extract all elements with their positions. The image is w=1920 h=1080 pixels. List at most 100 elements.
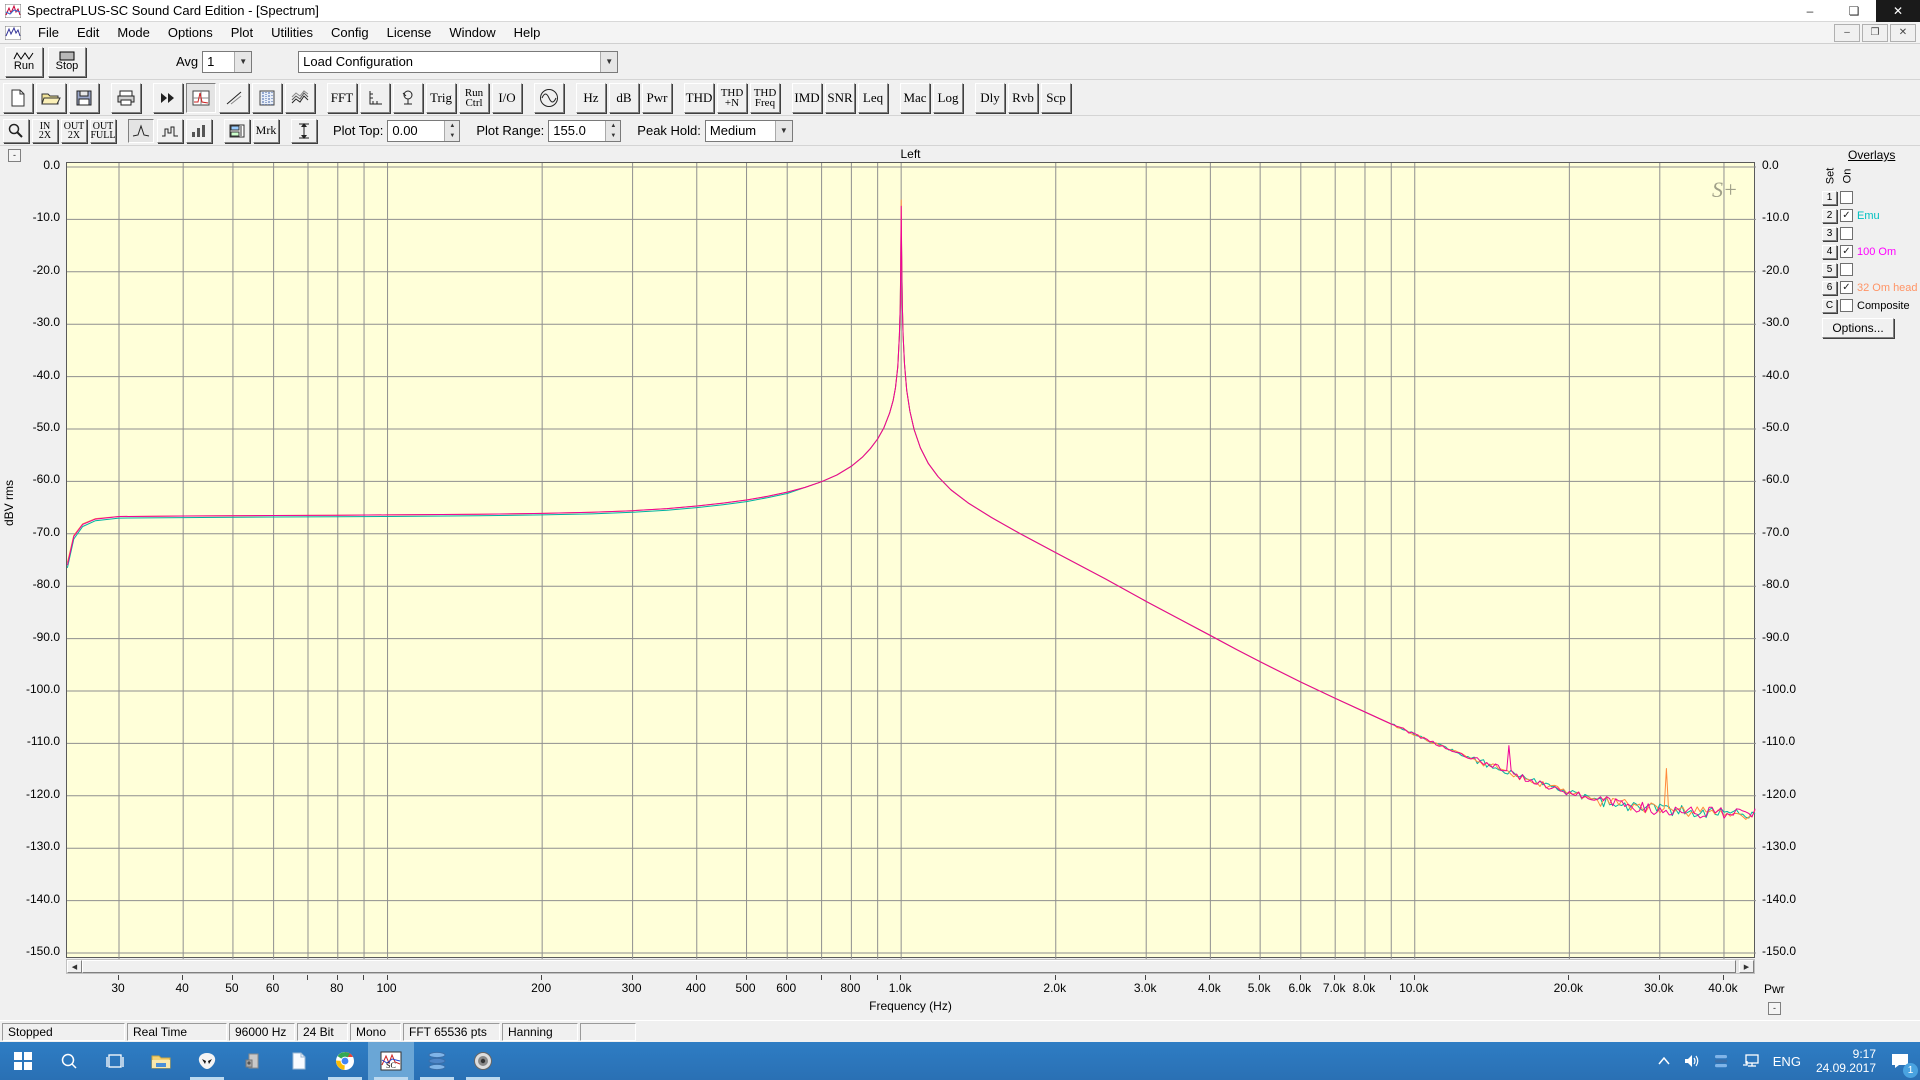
menu-utilities[interactable]: Utilities bbox=[262, 22, 322, 43]
plot-range-field[interactable]: ▲▼ bbox=[548, 120, 621, 142]
imd-button[interactable]: IMD bbox=[792, 83, 822, 113]
audio-device-app-button[interactable] bbox=[230, 1042, 276, 1080]
overlay-checkbox-C[interactable] bbox=[1840, 299, 1853, 312]
overlay-checkbox-4[interactable]: ✓ bbox=[1840, 245, 1853, 258]
file-explorer-button[interactable] bbox=[138, 1042, 184, 1080]
chrome-button[interactable] bbox=[322, 1042, 368, 1080]
logging-button[interactable]: Log bbox=[933, 83, 963, 113]
overlays-options-button[interactable]: Options... bbox=[1822, 318, 1894, 338]
overlay-checkbox-6[interactable]: ✓ bbox=[1840, 281, 1853, 294]
overlay-set-button-5[interactable]: 5 bbox=[1822, 263, 1837, 277]
overlay-set-button-C[interactable]: C bbox=[1822, 299, 1837, 313]
overlay-set-button-3[interactable]: 3 bbox=[1822, 227, 1837, 241]
menu-plot[interactable]: Plot bbox=[222, 22, 262, 43]
stop-button[interactable]: Stop bbox=[48, 47, 86, 77]
tray-clock[interactable]: 9:17 24.09.2017 bbox=[1808, 1042, 1884, 1080]
phase-view-button[interactable] bbox=[219, 83, 249, 113]
tray-volume-button[interactable] bbox=[1677, 1042, 1707, 1080]
spectraplus-taskbar-button[interactable]: SC bbox=[368, 1042, 414, 1080]
tray-expand-button[interactable] bbox=[1651, 1042, 1677, 1080]
surface-view-button[interactable] bbox=[285, 83, 315, 113]
trigger-button[interactable]: Trig bbox=[426, 83, 456, 113]
tray-network-button[interactable] bbox=[1735, 1042, 1766, 1080]
tray-language[interactable]: ENG bbox=[1766, 1042, 1808, 1080]
spin-up-icon[interactable]: ▲ bbox=[445, 121, 459, 131]
mdi-minimize-button[interactable]: – bbox=[1834, 24, 1860, 42]
maximize-button[interactable]: ❏ bbox=[1832, 0, 1876, 22]
signal-generator-button[interactable] bbox=[534, 83, 564, 113]
power-units-button[interactable]: Pwr bbox=[642, 83, 672, 113]
chevron-down-icon[interactable]: ▼ bbox=[600, 52, 617, 72]
delay-button[interactable]: Dly bbox=[975, 83, 1005, 113]
scrollbar-thumb[interactable] bbox=[82, 960, 1736, 973]
open-file-button[interactable] bbox=[36, 83, 66, 113]
scroll-left-icon[interactable]: ◀ bbox=[67, 960, 82, 973]
menu-mode[interactable]: Mode bbox=[108, 22, 159, 43]
tray-database-button[interactable] bbox=[1707, 1042, 1735, 1080]
reverb-button[interactable]: Rvb bbox=[1008, 83, 1038, 113]
spectrogram-view-button[interactable] bbox=[252, 83, 282, 113]
menu-options[interactable]: Options bbox=[159, 22, 222, 43]
fast-forward-button[interactable] bbox=[153, 83, 183, 113]
horizontal-scrollbar[interactable]: ◀ ▶ bbox=[66, 959, 1755, 974]
plot-top-field[interactable]: ▲▼ bbox=[387, 120, 460, 142]
menu-file[interactable]: File bbox=[29, 22, 68, 43]
database-app-button[interactable] bbox=[414, 1042, 460, 1080]
zoom-out-full-button[interactable]: OUT FULL bbox=[90, 119, 116, 143]
plot-range-input[interactable] bbox=[549, 121, 605, 141]
plot-top-input[interactable] bbox=[388, 121, 444, 141]
mdi-close-button[interactable]: ✕ bbox=[1890, 24, 1916, 42]
scope-button[interactable]: Scp bbox=[1041, 83, 1071, 113]
layout-button[interactable] bbox=[224, 119, 250, 143]
macro-button[interactable]: Mac bbox=[900, 83, 930, 113]
menu-help[interactable]: Help bbox=[505, 22, 550, 43]
menu-config[interactable]: Config bbox=[322, 22, 378, 43]
hz-units-button[interactable]: Hz bbox=[576, 83, 606, 113]
notepad-button[interactable] bbox=[276, 1042, 322, 1080]
mdi-restore-button[interactable]: ❐ bbox=[1862, 24, 1888, 42]
avg-combobox[interactable]: 1 ▼ bbox=[202, 51, 252, 73]
save-button[interactable] bbox=[69, 83, 99, 113]
fft-settings-button[interactable]: FFT bbox=[327, 83, 357, 113]
thd-freq-button[interactable]: THD Freq bbox=[750, 83, 780, 113]
thd-n-button[interactable]: THD +N bbox=[717, 83, 747, 113]
menu-license[interactable]: License bbox=[378, 22, 441, 43]
spin-down-icon[interactable]: ▼ bbox=[606, 131, 620, 141]
menu-edit[interactable]: Edit bbox=[68, 22, 108, 43]
collapse-pwr-button[interactable]: - bbox=[1768, 1002, 1781, 1015]
spectrum-view-button[interactable] bbox=[186, 83, 216, 113]
leq-button[interactable]: Leq bbox=[858, 83, 888, 113]
io-button[interactable]: I/O bbox=[492, 83, 522, 113]
chevron-down-icon[interactable]: ▼ bbox=[234, 52, 251, 72]
run-button[interactable]: Run bbox=[5, 47, 43, 77]
scaling-button[interactable] bbox=[360, 83, 390, 113]
foobar2000-button[interactable] bbox=[184, 1042, 230, 1080]
taskbar-search-button[interactable] bbox=[46, 1042, 92, 1080]
db-units-button[interactable]: dB bbox=[609, 83, 639, 113]
zoom-in-2x-button[interactable]: IN 2X bbox=[32, 119, 58, 143]
minimize-button[interactable]: – bbox=[1788, 0, 1832, 22]
thd-button[interactable]: THD bbox=[684, 83, 714, 113]
print-button[interactable] bbox=[111, 83, 141, 113]
run-control-button[interactable]: Run Ctrl bbox=[459, 83, 489, 113]
zoom-out-2x-button[interactable]: OUT 2X bbox=[61, 119, 87, 143]
action-center-button[interactable]: 1 bbox=[1884, 1042, 1916, 1080]
snr-button[interactable]: SNR bbox=[825, 83, 855, 113]
chevron-down-icon[interactable]: ▼ bbox=[775, 121, 792, 141]
menu-window[interactable]: Window bbox=[440, 22, 504, 43]
task-view-button[interactable] bbox=[92, 1042, 138, 1080]
overlay-set-button-1[interactable]: 1 bbox=[1822, 191, 1837, 205]
close-button[interactable]: ✕ bbox=[1876, 0, 1920, 22]
spin-up-icon[interactable]: ▲ bbox=[606, 121, 620, 131]
bar-plot-style-button[interactable] bbox=[186, 119, 212, 143]
calibration-button[interactable] bbox=[393, 83, 423, 113]
plot-range-tool-button[interactable] bbox=[291, 119, 317, 143]
load-configuration-combobox[interactable]: Load Configuration ▼ bbox=[298, 51, 618, 73]
start-button[interactable] bbox=[0, 1042, 46, 1080]
speaker-app-button[interactable] bbox=[460, 1042, 506, 1080]
overlay-checkbox-1[interactable] bbox=[1840, 191, 1853, 204]
peak-hold-combobox[interactable]: Medium ▼ bbox=[705, 120, 793, 142]
spectrum-plot[interactable]: S+ bbox=[66, 162, 1755, 958]
new-file-button[interactable] bbox=[3, 83, 33, 113]
line-plot-style-button[interactable] bbox=[128, 119, 154, 143]
